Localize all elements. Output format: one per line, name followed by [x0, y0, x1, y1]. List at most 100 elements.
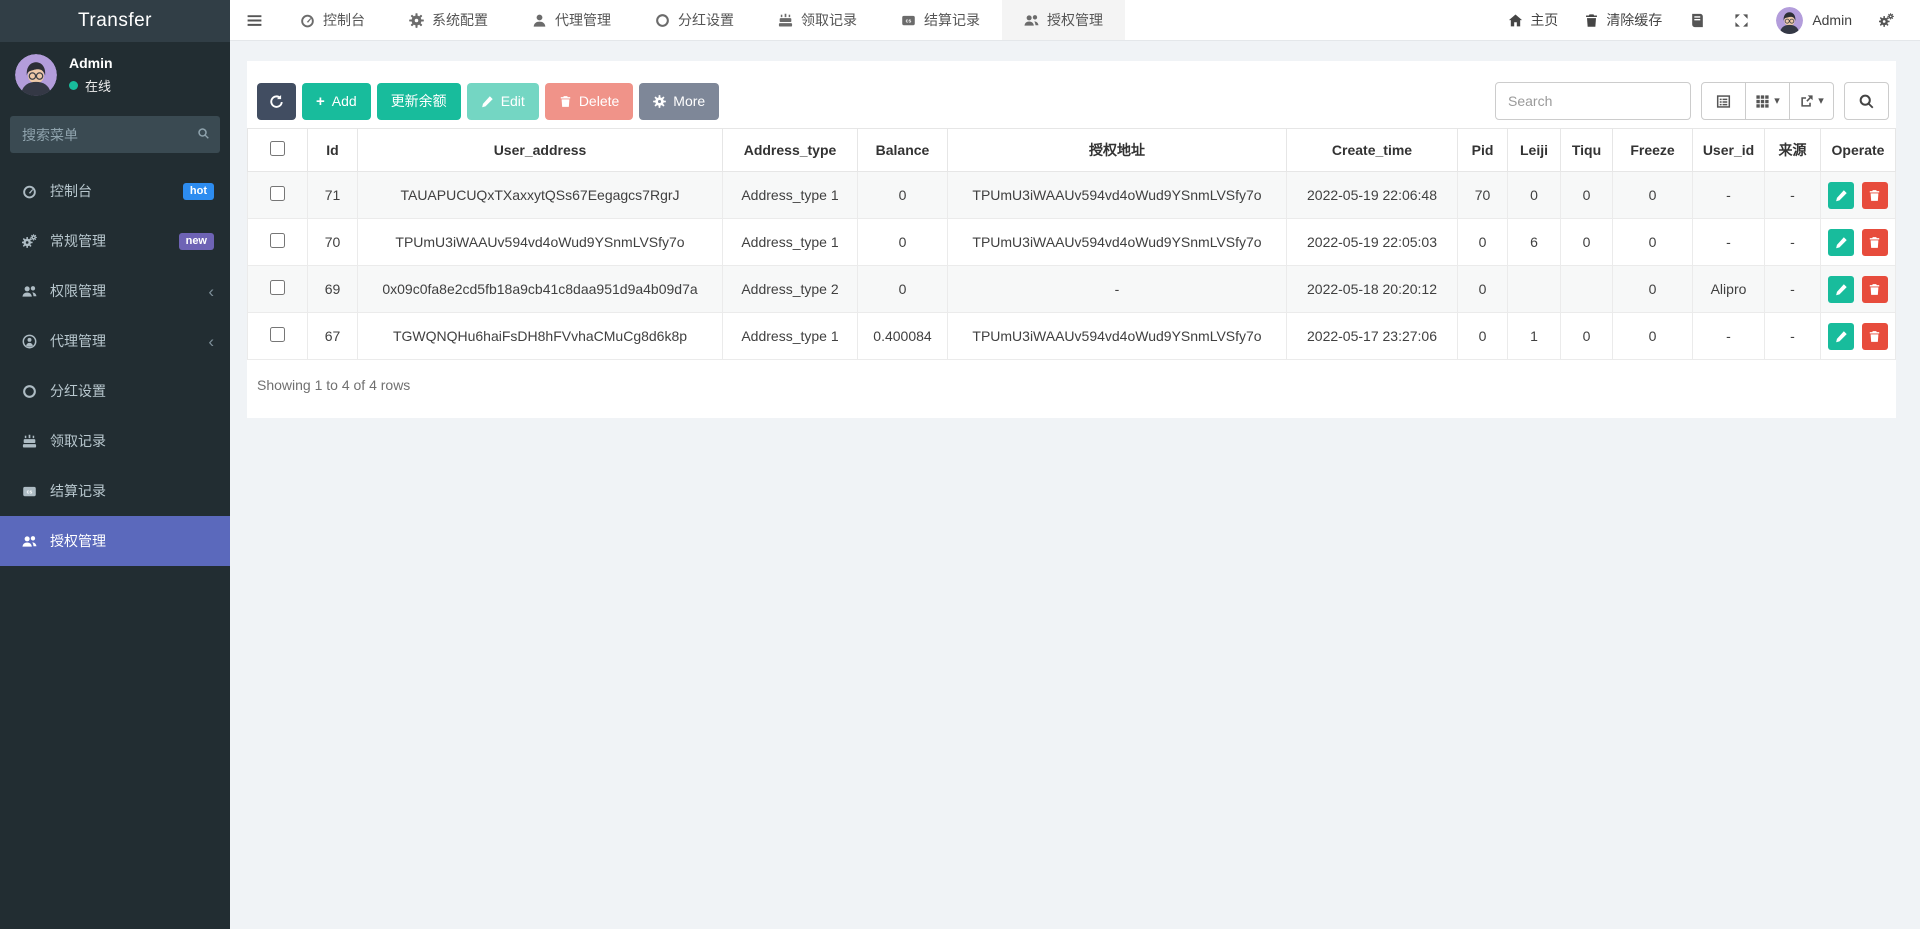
language-button[interactable]	[1675, 12, 1720, 29]
cell-auth-address: -	[948, 266, 1287, 313]
clear-cache-link[interactable]: 清除缓存	[1571, 10, 1675, 30]
select-all-checkbox[interactable]	[270, 141, 285, 156]
table-row: 71 TAUAPUCUQxTXaxxytQSs67Eegagcs7RgrJ Ad…	[248, 172, 1896, 219]
tab-agents[interactable]: 代理管理	[510, 0, 633, 40]
menu-search-input[interactable]	[10, 116, 220, 153]
tab-dividend[interactable]: 分红设置	[633, 0, 756, 40]
sidebar-user-panel: Admin 在线	[0, 42, 230, 106]
toggle-view-button[interactable]	[1701, 82, 1746, 120]
fullscreen-button[interactable]	[1720, 13, 1763, 28]
user-menu[interactable]: Admin	[1763, 7, 1865, 34]
edit-button[interactable]: Edit	[467, 83, 539, 120]
home-link[interactable]: 主页	[1495, 10, 1571, 30]
sidebar: Transfer Admin 在线 控制台 hot 常规管理 new 权限管理 …	[0, 0, 230, 929]
sidebar-item-dividend[interactable]: 分红设置	[0, 366, 230, 416]
cell-create-time: 2022-05-19 22:06:48	[1287, 172, 1458, 219]
menu-toggle-button[interactable]	[230, 0, 278, 40]
expand-icon	[1734, 13, 1749, 28]
delete-button[interactable]: Delete	[545, 83, 633, 120]
chevron-left-icon: ‹	[208, 333, 214, 350]
cell-user-address: TAUAPUCUQxTXaxxytQSs67Eegagcs7RgrJ	[358, 172, 723, 219]
add-button[interactable]: +Add	[302, 83, 371, 120]
row-edit-button[interactable]	[1828, 229, 1854, 256]
plus-icon: +	[316, 93, 325, 110]
circle-icon	[19, 384, 40, 399]
row-checkbox[interactable]	[270, 327, 285, 342]
export-button[interactable]: ▾	[1789, 82, 1834, 120]
user-status: 在线	[69, 76, 113, 95]
gear-icon	[1879, 13, 1894, 28]
columns-button[interactable]: ▾	[1745, 82, 1790, 120]
update-balance-button[interactable]: 更新余额	[377, 83, 461, 120]
refresh-button[interactable]	[257, 83, 296, 120]
data-table: Id User_address Address_type Balance 授权地…	[247, 128, 1896, 360]
col-auth-address: 授权地址	[948, 129, 1287, 172]
cogs-icon	[19, 234, 40, 249]
cell-freeze: 0	[1613, 172, 1693, 219]
row-delete-button[interactable]	[1862, 182, 1888, 209]
sidebar-item-permissions[interactable]: 权限管理 ‹	[0, 266, 230, 316]
cell-freeze: 0	[1613, 266, 1693, 313]
cake-icon	[19, 434, 40, 449]
tab-claims[interactable]: 领取记录	[756, 0, 879, 40]
settings-button[interactable]	[1865, 13, 1908, 28]
row-delete-button[interactable]	[1862, 276, 1888, 303]
trash-icon	[1868, 236, 1881, 249]
trash-icon	[559, 95, 572, 108]
sidebar-item-dashboard[interactable]: 控制台 hot	[0, 166, 230, 216]
cell-freeze: 0	[1613, 219, 1693, 266]
pencil-icon	[481, 95, 494, 108]
cell-source: -	[1765, 172, 1821, 219]
cell-pid: 0	[1458, 266, 1508, 313]
sidebar-item-label: 分红设置	[50, 381, 106, 401]
cell-user-address: TGWQNQHu6haiFsDH8hFVvhaCMuCg8d6k8p	[358, 313, 723, 360]
sidebar-item-settlement[interactable]: 结算记录	[0, 466, 230, 516]
cell-user-address: 0x09c0fa8e2cd5fb18a9cb41c8daa951d9a4b09d…	[358, 266, 723, 313]
row-edit-button[interactable]	[1828, 276, 1854, 303]
pencil-icon	[1835, 283, 1848, 296]
clear-cache-label: 清除缓存	[1606, 10, 1662, 30]
cell-address-type: Address_type 2	[723, 266, 858, 313]
export-icon	[1799, 94, 1814, 109]
more-button[interactable]: More	[639, 83, 719, 120]
chevron-left-icon: ‹	[208, 283, 214, 300]
hot-badge: hot	[183, 183, 214, 200]
cell-operate	[1821, 313, 1896, 360]
cell-balance: 0.400084	[858, 313, 948, 360]
sidebar-item-general[interactable]: 常规管理 new	[0, 216, 230, 266]
search-icon	[197, 127, 210, 143]
sidebar-item-claims[interactable]: 领取记录	[0, 416, 230, 466]
tab-authorization[interactable]: 授权管理	[1002, 0, 1125, 40]
sidebar-item-label: 控制台	[50, 181, 92, 201]
row-checkbox[interactable]	[270, 280, 285, 295]
card-icon	[19, 484, 40, 499]
select-all-cell	[248, 129, 308, 172]
tab-dashboard[interactable]: 控制台	[278, 0, 387, 40]
row-edit-button[interactable]	[1828, 182, 1854, 209]
row-edit-button[interactable]	[1828, 323, 1854, 350]
tab-system-config[interactable]: 系统配置	[387, 0, 510, 40]
cell-user-id: -	[1693, 313, 1765, 360]
table-panel: +Add 更新余额 Edit Delete More ▾ ▾	[247, 61, 1896, 418]
col-address-type: Address_type	[723, 129, 858, 172]
row-select-cell	[248, 219, 308, 266]
cell-operate	[1821, 219, 1896, 266]
cell-source: -	[1765, 266, 1821, 313]
cell-id: 70	[308, 219, 358, 266]
card-icon	[901, 13, 916, 28]
sidebar-item-authorization[interactable]: 授权管理	[0, 516, 230, 566]
row-checkbox[interactable]	[270, 233, 285, 248]
tachometer-icon	[300, 13, 315, 28]
new-badge: new	[179, 233, 214, 250]
row-delete-button[interactable]	[1862, 323, 1888, 350]
toolbar: +Add 更新余额 Edit Delete More ▾ ▾	[247, 82, 1896, 120]
gear-icon	[653, 95, 666, 108]
tab-label: 领取记录	[801, 10, 857, 30]
row-checkbox[interactable]	[270, 186, 285, 201]
main-area: 控制台 系统配置 代理管理 分红设置 领取记录 结算记录	[230, 0, 1920, 418]
sidebar-item-agents[interactable]: 代理管理 ‹	[0, 316, 230, 366]
advanced-search-button[interactable]	[1844, 82, 1889, 120]
row-delete-button[interactable]	[1862, 229, 1888, 256]
table-search-input[interactable]	[1495, 82, 1691, 120]
tab-settlement[interactable]: 结算记录	[879, 0, 1002, 40]
